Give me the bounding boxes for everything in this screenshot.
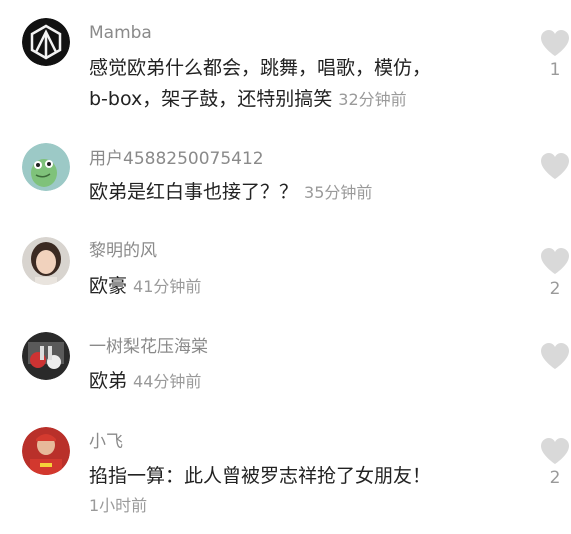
comment-item: 小飞 掐指一算：此人曾被罗志祥抢了女朋友！ 1小时前 2 <box>0 0 571 534</box>
like-count: 2 <box>549 468 561 488</box>
comment-body: 掐指一算：此人曾被罗志祥抢了女朋友！ <box>89 465 432 487</box>
comment-author-name[interactable]: 小飞 <box>89 431 123 453</box>
comment-text: 掐指一算：此人曾被罗志祥抢了女朋友！ <box>89 461 509 492</box>
like-heart-icon[interactable] <box>540 437 570 465</box>
red-jersey-avatar[interactable] <box>22 427 70 475</box>
comment-time: 1小时前 <box>89 496 148 515</box>
